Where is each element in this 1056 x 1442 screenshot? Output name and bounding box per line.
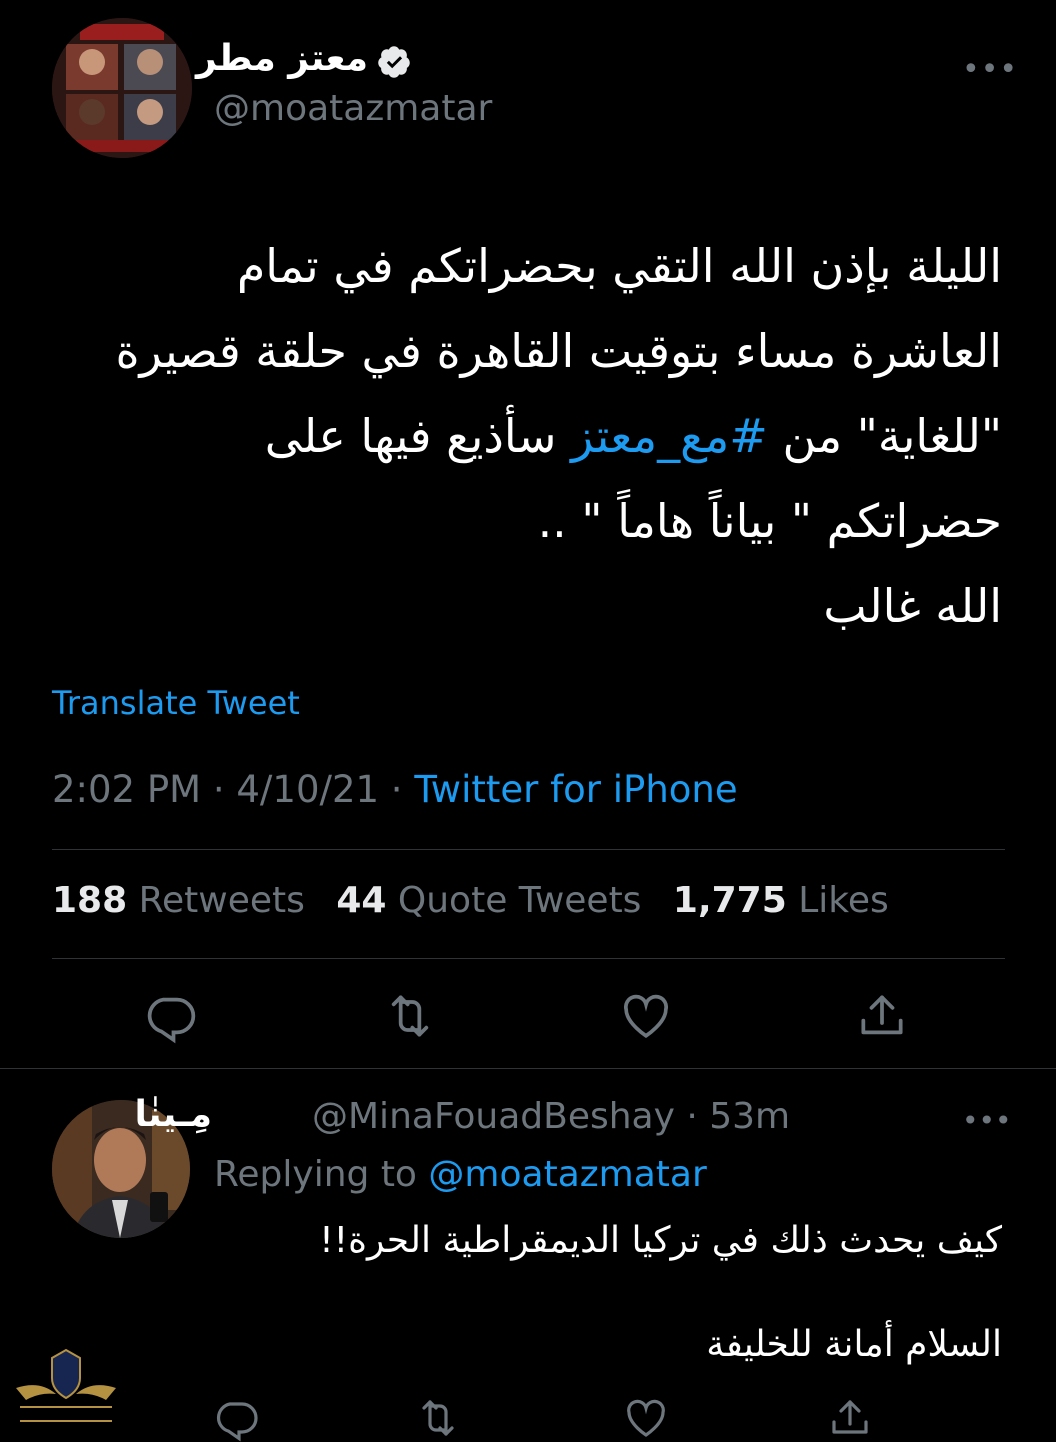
- hashtag-link[interactable]: #مع_معتز: [571, 409, 768, 463]
- tweet-date[interactable]: 4/10/21: [236, 768, 379, 811]
- retweets-count: 188: [52, 880, 128, 921]
- reply-time[interactable]: · 53m: [686, 1096, 790, 1137]
- reply-text-line: كيف يحدث ذلك في تركيا الديمقراطية الحرة!…: [319, 1220, 1002, 1261]
- quotes-count: 44: [336, 880, 387, 921]
- replying-to: Replying to @moatazmatar: [214, 1154, 707, 1195]
- tweet-meta: 2:02 PM · 4/10/21 · Twitter for iPhone: [52, 768, 738, 811]
- reply-icon[interactable]: [212, 1394, 260, 1442]
- author-display-name[interactable]: معتز مطر: [196, 38, 368, 79]
- likes-stat[interactable]: 1,775 Likes: [673, 880, 889, 921]
- retweet-icon[interactable]: [414, 1394, 462, 1442]
- reply-icon[interactable]: [142, 988, 198, 1044]
- likes-count: 1,775: [672, 880, 787, 921]
- author-avatar[interactable]: [52, 18, 192, 158]
- tweet-stats: 188 Retweets 44 Quote Tweets 1,775 Likes: [52, 880, 889, 921]
- tweet-text-line: العاشرة مساء بتوقيت القاهرة في حلقة قصير…: [115, 324, 1002, 378]
- likes-label: Likes: [798, 880, 889, 921]
- tweet-text-line: حضراتكم " بياناً هاماً " ..: [537, 494, 1002, 548]
- watermark-logo: [16, 1348, 116, 1422]
- divider: [52, 849, 1005, 850]
- replying-label: Replying to: [214, 1154, 417, 1195]
- share-icon[interactable]: [854, 988, 910, 1044]
- share-icon[interactable]: [826, 1394, 874, 1442]
- retweets-label: Retweets: [138, 880, 305, 921]
- more-icon[interactable]: •••: [962, 52, 1018, 87]
- divider: [0, 1068, 1056, 1069]
- meta-separator: ·: [390, 768, 403, 811]
- tweet-text-segment: سأذيع فيها على: [264, 409, 572, 463]
- like-icon[interactable]: [618, 988, 674, 1044]
- reply-text-line: السلام أمانة للخليفة: [706, 1324, 1002, 1365]
- reply-handle-text[interactable]: @MinaFouadBeshay: [312, 1096, 675, 1137]
- divider: [52, 958, 1005, 959]
- author-handle[interactable]: @moatazmatar: [214, 88, 492, 129]
- retweets-stat[interactable]: 188 Retweets: [52, 880, 305, 921]
- verified-badge-icon: [378, 46, 410, 78]
- tweet-text-segment: "للغاية" من: [767, 409, 1002, 463]
- more-icon[interactable]: •••: [962, 1104, 1012, 1137]
- tweet-text-line: الله غالب: [823, 579, 1002, 633]
- quotes-stat[interactable]: 44 Quote Tweets: [336, 880, 641, 921]
- reply-handle: @MinaFouadBeshay · 53m: [312, 1096, 790, 1137]
- replying-to-handle[interactable]: @moatazmatar: [428, 1154, 706, 1195]
- meta-separator: ·: [212, 768, 225, 811]
- tweet-text: الليلة بإذن الله التقي بحضراتكم في تمام …: [42, 224, 1002, 649]
- translate-tweet-link[interactable]: Translate Tweet: [52, 684, 300, 722]
- tweet-text-line: الليلة بإذن الله التقي بحضراتكم في تمام: [236, 239, 1002, 293]
- like-icon[interactable]: [622, 1394, 670, 1442]
- tweet-source-link[interactable]: Twitter for iPhone: [414, 768, 737, 811]
- tweet-text-line: "للغاية" من #مع_معتز سأذيع فيها على: [42, 394, 1002, 479]
- tweet-time[interactable]: 2:02 PM: [52, 768, 201, 811]
- avatar-collage-icon: [52, 18, 192, 158]
- retweet-icon[interactable]: [382, 988, 438, 1044]
- reply-display-name[interactable]: مِـينٰا: [134, 1094, 212, 1135]
- quotes-label: Quote Tweets: [397, 880, 642, 921]
